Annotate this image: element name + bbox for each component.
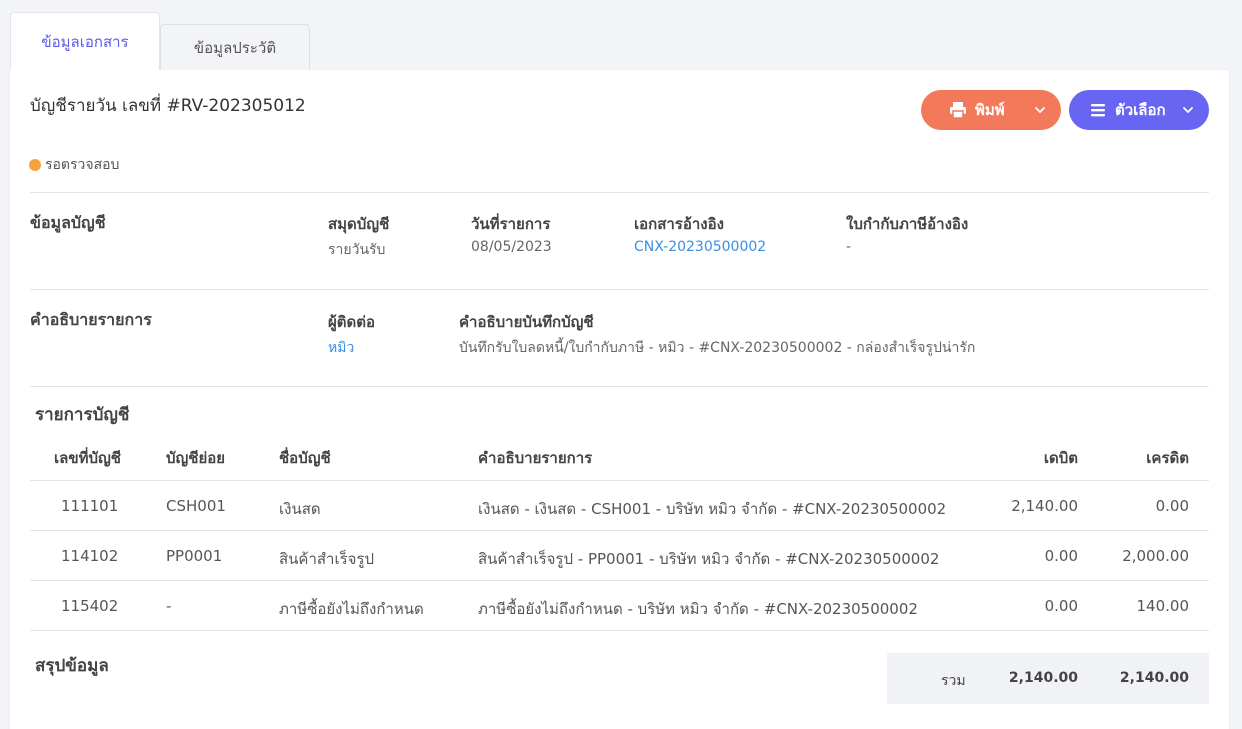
entries-title: รายการบัญชี [35,405,130,425]
divider [30,386,1209,387]
summary-totals: รวม 2,140.00 2,140.00 [887,653,1209,704]
cell-account-name: เงินสด [279,500,321,518]
cell-credit: 2,000.00 [1122,547,1189,565]
cell-account-name: ภาษีซื้อยังไม่ถึงกำหนด [279,600,424,618]
cell-description: เงินสด - เงินสด - CSH001 - บริษัท หมิว จ… [478,500,947,518]
field-ledger: สมุดบัญชี รายวันรับ [328,212,389,261]
col-header-credit: เครดิต [1146,449,1189,467]
tab-bar: ข้อมูลเอกสาร ข้อมูลประวัติ [10,12,310,70]
summary-total-label: รวม [941,673,966,689]
status-text: รอตรวจสอบ [45,157,120,173]
status-dot-icon [29,159,41,171]
page-title: บัญชีรายวัน เลขที่ #RV-202305012 [30,96,306,116]
cell-account-no: 115402 [61,597,119,615]
field-note-key: คำอธิบายบันทึกบัญชี [459,313,594,331]
summary-total-credit: 2,140.00 [1119,670,1189,686]
field-contact: ผู้ติดต่อ หมิว [328,310,375,359]
field-reference-key: เอกสารอ้างอิง [634,215,724,233]
table-row: 114102 PP0001 สินค้าสำเร็จรูป สินค้าสำเร… [30,531,1209,581]
divider [30,630,1209,631]
divider [30,192,1209,193]
table-row: 115402 - ภาษีซื้อยังไม่ถึงกำหนด ภาษีซื้อ… [30,581,1209,631]
print-button[interactable]: พิมพ์ [921,90,1061,130]
chevron-down-icon[interactable] [1181,103,1195,117]
cell-debit: 0.00 [1044,597,1078,615]
field-contact-key: ผู้ติดต่อ [328,313,376,331]
menu-icon [1089,101,1107,119]
field-tax-invoice-ref: ใบกำกับภาษีอ้างอิง - [846,212,968,255]
cell-credit: 140.00 [1136,597,1190,615]
field-ledger-value: รายวันรับ [328,242,386,258]
tab-document-info[interactable]: ข้อมูลเอกสาร [10,12,160,70]
cell-sub-account: CSH001 [166,497,226,515]
cell-debit: 2,140.00 [1011,497,1078,515]
col-header-description: คำอธิบายรายการ [478,449,593,467]
field-date-value: 08/05/2023 [471,239,552,255]
cell-debit: 0.00 [1044,547,1078,565]
options-button-label: ตัวเลือก [1115,101,1166,119]
field-journal-note: คำอธิบายบันทึกบัญชี บันทึกรับใบลดหนี้/ใบ… [459,310,975,359]
account-info-label: ข้อมูลบัญชี [30,213,106,232]
tab-history-info[interactable]: ข้อมูลประวัติ [160,24,310,70]
document-card: บัญชีรายวัน เลขที่ #RV-202305012 พิมพ์ ต… [10,70,1229,729]
field-date: วันที่รายการ 08/05/2023 [471,212,552,255]
summary-title: สรุปข้อมูล [35,656,109,676]
table-row: 111101 CSH001 เงินสด เงินสด - เงินสด - C… [30,481,1209,531]
reference-doc-link[interactable]: CNX-20230500002 [634,239,766,255]
cell-account-name: สินค้าสำเร็จรูป [279,550,374,568]
contact-link[interactable]: หมิว [328,337,375,359]
print-button-label: พิมพ์ [975,101,1005,119]
options-button[interactable]: ตัวเลือก [1069,90,1209,130]
divider [30,289,1209,290]
col-header-sub-account: บัญชีย่อย [166,449,226,467]
cell-sub-account: PP0001 [166,547,223,565]
cell-description: ภาษีซื้อยังไม่ถึงกำหนด - บริษัท หมิว จำก… [478,600,918,618]
cell-account-no: 111101 [61,497,119,515]
field-ledger-key: สมุดบัญชี [328,215,390,233]
chevron-down-icon[interactable] [1033,103,1047,117]
field-tax-invoice-value: - [846,239,852,255]
col-header-debit: เดบิต [1043,449,1078,467]
description-label: คำอธิบายรายการ [30,310,152,329]
field-date-key: วันที่รายการ [471,215,551,233]
col-header-account-no: เลขที่บัญชี [54,449,121,467]
field-reference-doc: เอกสารอ้างอิง CNX-20230500002 [634,212,766,255]
status-badge: รอตรวจสอบ [29,154,119,176]
cell-account-no: 114102 [61,547,119,565]
summary-total-debit: 2,140.00 [1008,670,1078,686]
col-header-account-name: ชื่อบัญชี [279,449,331,467]
cell-description: สินค้าสำเร็จรูป - PP0001 - บริษัท หมิว จ… [478,550,940,568]
cell-sub-account: - [166,597,172,615]
field-tax-invoice-key: ใบกำกับภาษีอ้างอิง [846,215,969,233]
cell-credit: 0.00 [1155,497,1189,515]
printer-icon [949,101,967,119]
field-note-value: บันทึกรับใบลดหนี้/ใบกำกับภาษี - หมิว - #… [459,340,976,356]
